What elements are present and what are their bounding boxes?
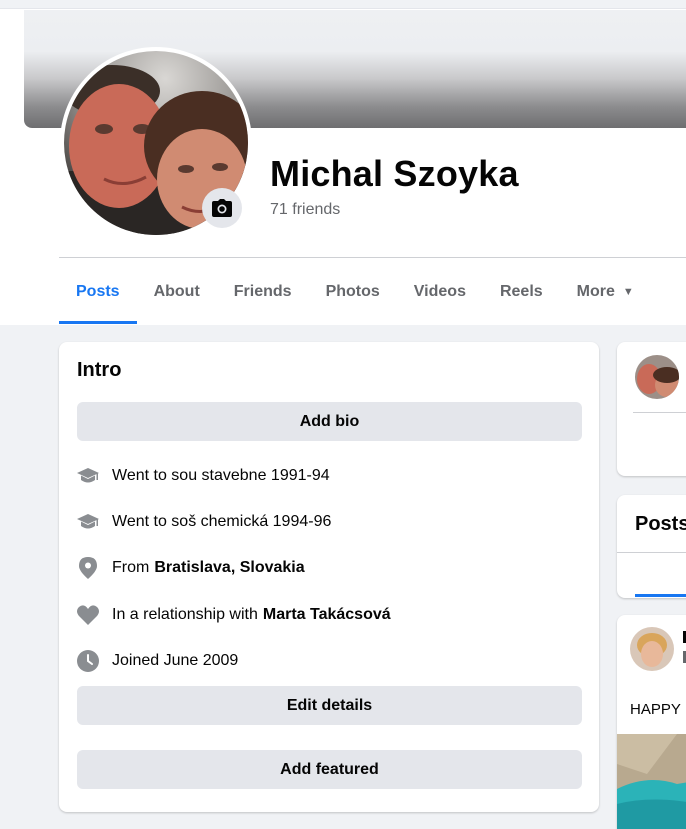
tab-reels[interactable]: Reels [483, 259, 560, 324]
intro-card: Intro Add bio Went to sou stavebne 1991-… [59, 342, 599, 812]
composer-card [617, 342, 686, 476]
post-image[interactable] [617, 734, 686, 829]
tab-more[interactable]: More ▼ [560, 259, 651, 324]
posts-divider [617, 552, 686, 553]
profile-header: Michal Szoyka 71 friends Posts About Fri… [0, 0, 686, 325]
friends-count-link[interactable]: 71 friends [270, 201, 340, 219]
tab-photos[interactable]: Photos [309, 259, 397, 324]
tab-about-label: About [153, 282, 200, 300]
detail-joined-text: Joined June 2009 [112, 652, 239, 669]
location-pin-icon [77, 557, 99, 579]
detail-relationship-link[interactable]: Marta Takácsová [263, 606, 391, 624]
update-photo-button[interactable] [202, 188, 242, 228]
camera-icon [212, 199, 232, 217]
detail-hometown: From Bratislava, Slovakia [77, 557, 305, 579]
posts-header-card: Posts [617, 495, 686, 598]
composer-divider [633, 412, 686, 413]
detail-hometown-prefix: From [112, 559, 150, 576]
tab-videos-label: Videos [413, 282, 466, 300]
detail-education-1-text: Went to sou stavebne 1991-94 [112, 467, 330, 484]
add-bio-button[interactable]: Add bio [77, 402, 582, 441]
tab-about[interactable]: About [137, 259, 217, 324]
header-divider [59, 257, 686, 258]
composer-avatar[interactable] [635, 355, 679, 399]
post-card: HAPPY [617, 615, 686, 829]
add-featured-button[interactable]: Add featured [77, 750, 582, 789]
tab-friends[interactable]: Friends [217, 259, 309, 324]
intro-title: Intro [77, 359, 122, 381]
detail-education-2: Went to soš chemická 1994-96 [77, 511, 331, 533]
posts-title: Posts [635, 513, 686, 535]
detail-hometown-link[interactable]: Bratislava, Slovakia [154, 559, 304, 577]
tab-posts-label: Posts [76, 282, 120, 300]
detail-education-2-text: Went to soš chemická 1994-96 [112, 513, 332, 530]
detail-education-1: Went to sou stavebne 1991-94 [77, 465, 330, 487]
tab-friends-label: Friends [233, 282, 292, 300]
tab-posts[interactable]: Posts [59, 259, 137, 324]
heart-icon [77, 604, 99, 626]
graduation-cap-icon [77, 511, 99, 533]
list-view-tab[interactable] [635, 594, 686, 597]
tab-more-label: More [576, 282, 615, 300]
graduation-cap-icon [77, 465, 99, 487]
detail-relationship: In a relationship with Marta Takácsová [77, 604, 391, 626]
profile-tabs: Posts About Friends Photos Videos Reels … [59, 259, 651, 324]
clock-icon [77, 650, 99, 672]
profile-name: Michal Szoyka [270, 153, 519, 194]
tab-videos[interactable]: Videos [397, 259, 483, 324]
post-author-avatar[interactable] [630, 627, 674, 671]
top-bar-edge [0, 0, 686, 9]
post-text: HAPPY [630, 701, 681, 718]
detail-relationship-prefix: In a relationship with [112, 606, 258, 623]
detail-joined: Joined June 2009 [77, 650, 238, 672]
caret-down-icon: ▼ [622, 285, 634, 298]
tab-reels-label: Reels [499, 282, 543, 300]
edit-details-button[interactable]: Edit details [77, 686, 582, 725]
tab-photos-label: Photos [325, 282, 380, 300]
